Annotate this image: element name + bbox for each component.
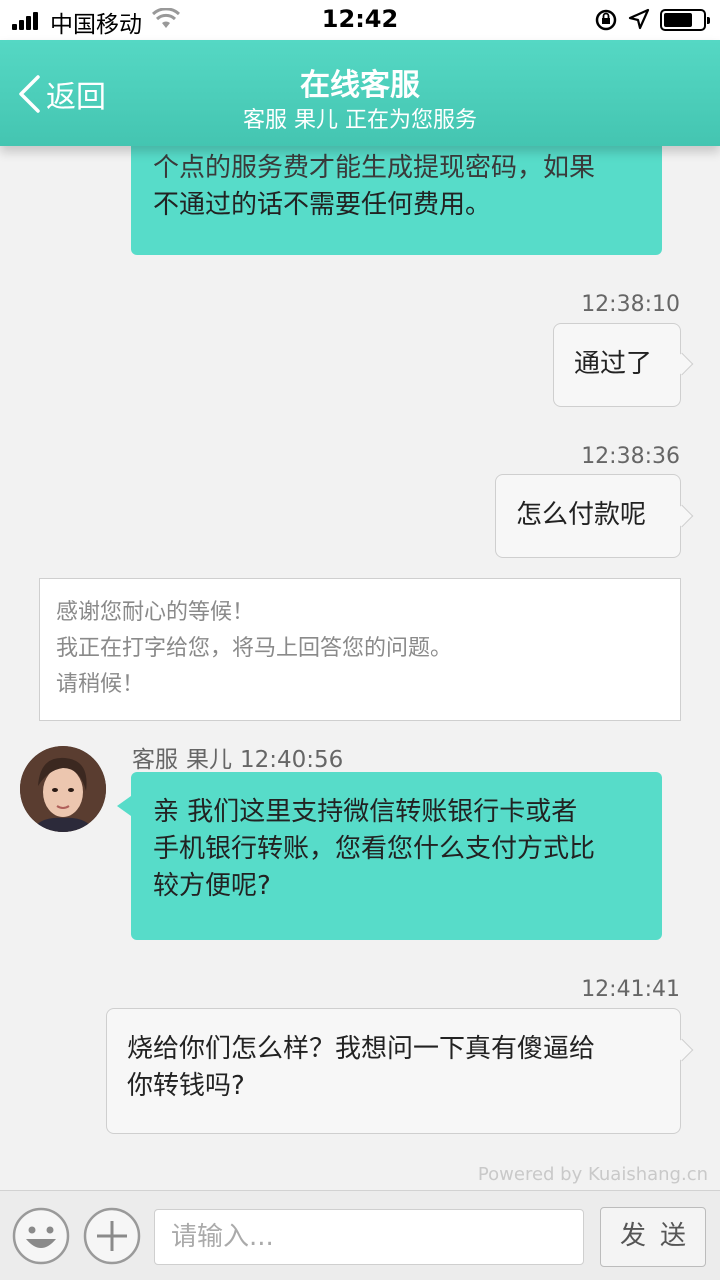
plus-icon[interactable] bbox=[83, 1207, 141, 1265]
rotation-lock-icon bbox=[595, 9, 617, 31]
waiting-notice: 感谢您耐心的等候！ 我正在打字给您，将马上回答您的问题。 请稍候！ bbox=[39, 578, 681, 721]
notice-line: 我正在打字给您，将马上回答您的问题。 bbox=[56, 636, 453, 661]
chat-messages[interactable]: 个点的服务费才能生成提现密码，如果 不通过的话不需要任何费用。 12:38:10… bbox=[0, 146, 720, 1190]
status-bar: 中国移动 12:42 bbox=[0, 0, 720, 40]
send-button[interactable]: 发送 bbox=[600, 1207, 706, 1267]
message-time: 12:38:36 bbox=[581, 444, 680, 469]
agent-meta: 客服 果儿 12:40:56 bbox=[132, 740, 351, 774]
message-line: 较方便呢? bbox=[153, 871, 271, 901]
agent-message: 亲 我们这里支持微信转账银行卡或者 手机银行转账，您看您什么支付方式比 较方便呢… bbox=[131, 772, 662, 940]
bubble-tail bbox=[117, 796, 131, 816]
agent-status: 客服 果儿 正在为您服务 bbox=[243, 108, 477, 133]
message-line: 个点的服务费才能生成提现密码，如果 bbox=[153, 153, 596, 183]
chat-header: 返回 在线客服 客服 果儿 正在为您服务 bbox=[0, 40, 720, 146]
message-line: 你转钱吗? bbox=[127, 1071, 245, 1101]
agent-role: 客服 bbox=[132, 747, 178, 773]
message-text: 通过了 bbox=[574, 349, 653, 379]
page-title: 在线客服 bbox=[300, 68, 420, 103]
message-time: 12:41:41 bbox=[581, 977, 680, 1002]
message-line: 手机银行转账，您看您什么支付方式比 bbox=[153, 834, 596, 864]
agent-message: 个点的服务费才能生成提现密码，如果 不通过的话不需要任何费用。 bbox=[131, 146, 662, 255]
agent-avatar[interactable] bbox=[20, 746, 106, 832]
message-line: 亲 我们这里支持微信转账银行卡或者 bbox=[153, 797, 578, 827]
message-time: 12:38:10 bbox=[581, 292, 680, 317]
battery-icon bbox=[660, 9, 710, 31]
notice-line: 请稍候！ bbox=[56, 672, 145, 697]
message-input[interactable] bbox=[154, 1209, 584, 1265]
user-message: 怎么付款呢 bbox=[495, 474, 681, 558]
emoji-icon[interactable] bbox=[12, 1207, 70, 1265]
notice-line: 感谢您耐心的等候！ bbox=[56, 600, 255, 625]
powered-by[interactable]: Powered by Kuaishang.cn bbox=[478, 1164, 708, 1185]
user-message: 通过了 bbox=[553, 323, 681, 407]
input-bar: 发送 bbox=[0, 1190, 720, 1280]
location-icon bbox=[628, 8, 650, 30]
user-message: 烧给你们怎么样？我想问一下真有傻逼给 你转钱吗? bbox=[106, 1008, 681, 1134]
message-text: 怎么付款呢 bbox=[516, 500, 647, 530]
message-time: 12:40:56 bbox=[240, 747, 344, 773]
message-line: 烧给你们怎么样？我想问一下真有傻逼给 bbox=[127, 1034, 596, 1064]
avatar-image bbox=[20, 746, 106, 832]
agent-name: 果儿 bbox=[186, 747, 232, 773]
message-line: 不通过的话不需要任何费用。 bbox=[153, 190, 492, 220]
